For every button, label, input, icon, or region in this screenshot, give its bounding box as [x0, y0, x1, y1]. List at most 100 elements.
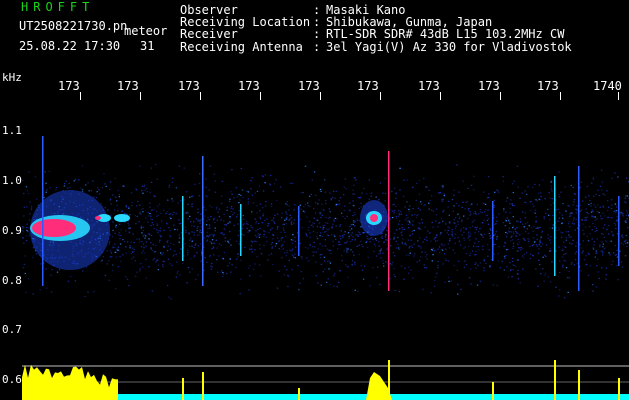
noise-pixel	[442, 210, 445, 212]
noise-pixel	[595, 250, 597, 252]
noise-pixel	[424, 238, 426, 240]
noise-pixel	[369, 241, 371, 243]
noise-pixel	[457, 213, 459, 215]
noise-pixel	[310, 193, 312, 195]
noise-pixel	[580, 181, 583, 183]
noise-pixel	[428, 208, 430, 210]
noise-pixel	[479, 208, 482, 211]
power-spike	[554, 360, 556, 400]
noise-pixel	[413, 243, 415, 245]
noise-pixel	[142, 235, 144, 237]
noise-pixel	[598, 195, 601, 197]
noise-pixel	[617, 279, 619, 281]
noise-pixel	[583, 233, 585, 235]
noise-pixel	[354, 221, 357, 223]
noise-pixel	[393, 238, 395, 240]
noise-pixel	[496, 216, 498, 218]
noise-pixel	[512, 227, 514, 229]
noise-pixel	[404, 219, 406, 221]
noise-pixel	[411, 245, 413, 247]
noise-pixel	[155, 244, 157, 247]
noise-pixel	[206, 220, 208, 222]
noise-pixel	[209, 241, 211, 243]
noise-pixel	[118, 249, 121, 251]
noise-pixel	[95, 197, 98, 199]
power-spike	[492, 382, 494, 400]
antenna-value: 3el Yagi(V) Az 330 for Vladivostok	[326, 40, 572, 54]
noise-pixel	[531, 254, 534, 257]
noise-pixel	[284, 252, 286, 254]
noise-pixel	[290, 182, 292, 184]
noise-pixel	[24, 255, 26, 257]
noise-pixel	[370, 192, 373, 194]
noise-pixel	[153, 195, 155, 197]
noise-pixel	[227, 265, 229, 267]
noise-pixel	[259, 216, 261, 218]
noise-pixel	[474, 226, 476, 228]
noise-pixel	[343, 194, 345, 196]
noise-pixel	[540, 273, 542, 275]
noise-pixel	[558, 246, 560, 248]
noise-pixel	[555, 286, 557, 288]
noise-pixel	[508, 230, 510, 232]
noise-pixel	[395, 215, 398, 218]
noise-pixel	[385, 261, 387, 263]
noise-pixel	[606, 209, 609, 212]
noise-pixel	[409, 223, 412, 225]
noise-pixel	[247, 267, 250, 269]
noise-pixel	[29, 201, 31, 203]
noise-pixel	[558, 193, 560, 196]
noise-pixel	[411, 186, 414, 189]
noise-pixel	[167, 258, 170, 260]
noise-pixel	[112, 221, 114, 223]
noise-pixel	[169, 248, 172, 250]
y-tick-label: 0.7	[2, 323, 22, 336]
noise-pixel	[610, 207, 613, 210]
noise-pixel	[418, 228, 420, 230]
noise-pixel	[138, 238, 140, 240]
noise-pixel	[516, 220, 518, 222]
noise-pixel	[323, 268, 326, 270]
noise-pixel	[311, 246, 314, 248]
noise-pixel	[336, 218, 338, 220]
noise-pixel	[199, 231, 201, 233]
noise-pixel	[281, 237, 284, 239]
noise-pixel	[615, 206, 618, 208]
noise-pixel	[582, 223, 584, 225]
noise-pixel	[402, 195, 405, 197]
noise-pixel	[329, 284, 332, 286]
noise-pixel	[109, 198, 112, 200]
noise-pixel	[421, 222, 424, 224]
noise-pixel	[291, 250, 293, 252]
noise-pixel	[317, 203, 319, 205]
noise-pixel	[158, 203, 161, 205]
noise-pixel	[205, 224, 208, 226]
noise-pixel	[226, 209, 228, 211]
noise-pixel	[22, 230, 24, 232]
noise-pixel	[558, 227, 560, 229]
noise-pixel	[454, 242, 456, 244]
noise-pixel	[448, 214, 450, 216]
noise-pixel	[622, 236, 624, 238]
noise-pixel	[335, 238, 337, 240]
noise-pixel	[391, 190, 393, 193]
noise-pixel	[611, 204, 613, 206]
noise-pixel	[104, 207, 106, 209]
noise-pixel	[476, 203, 478, 206]
noise-pixel	[593, 204, 596, 206]
noise-pixel	[22, 180, 24, 182]
noise-pixel	[594, 231, 597, 233]
noise-pixel	[90, 190, 93, 192]
noise-pixel	[156, 210, 158, 213]
noise-pixel	[374, 238, 377, 240]
noise-pixel	[110, 214, 112, 216]
noise-pixel	[273, 217, 275, 219]
noise-pixel	[173, 211, 175, 213]
noise-pixel	[447, 200, 450, 202]
noise-pixel	[271, 247, 273, 249]
noise-pixel	[334, 235, 336, 237]
noise-pixel	[290, 239, 293, 241]
noise-pixel	[423, 205, 425, 207]
noise-pixel	[120, 260, 122, 262]
noise-pixel	[226, 206, 229, 208]
